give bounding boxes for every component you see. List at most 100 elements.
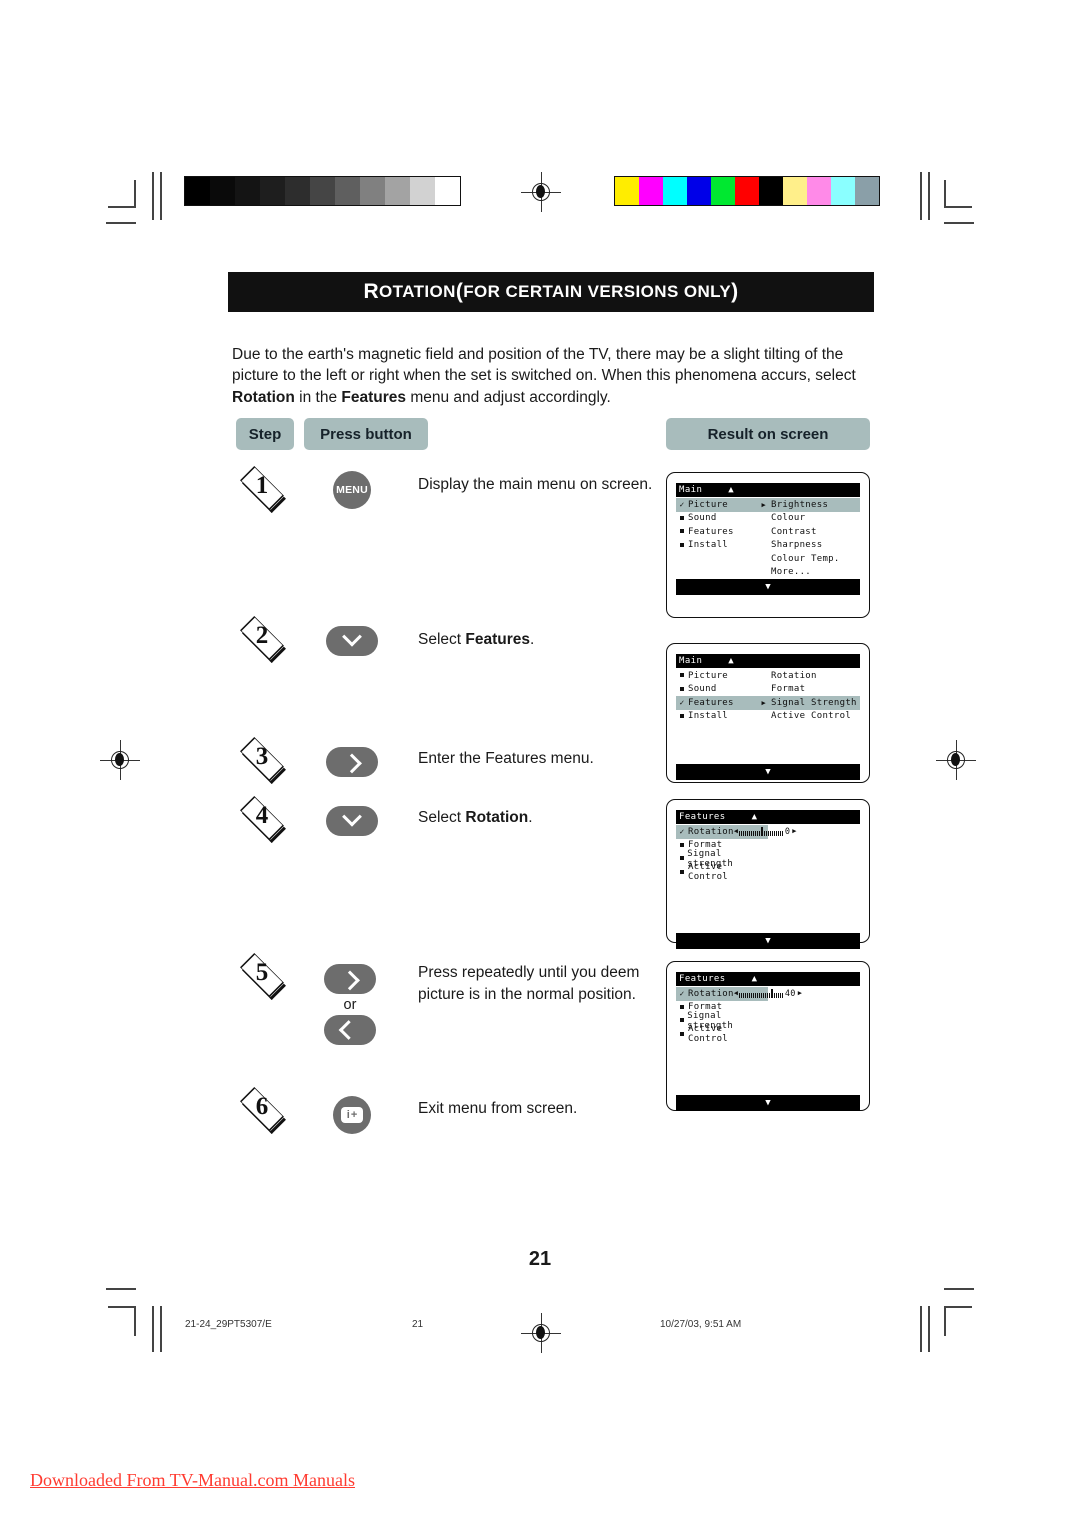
intro-text-3: menu and adjust accordingly. <box>406 388 611 406</box>
slider-tick <box>777 830 779 836</box>
osd-menu-item[interactable]: Sound <box>676 512 768 526</box>
step-marker-6: 6 <box>240 1087 302 1134</box>
registration-mark-right <box>936 740 976 780</box>
osd-menu-item[interactable]: ✓ Features ▶ <box>676 696 768 710</box>
bullet-square-icon <box>676 1003 688 1011</box>
osd-submenu-item[interactable]: Active Control <box>768 710 860 724</box>
slider-tick <box>749 830 751 836</box>
osd-item-label-group: ✓ Rotation <box>676 989 734 999</box>
section-title-paren-close: ) <box>731 280 739 303</box>
osd-spacer <box>676 1041 860 1095</box>
scroll-down-arrow-icon[interactable]: ▼ <box>765 582 770 592</box>
checkmark-icon: ✓ <box>679 499 685 509</box>
calibration-swatch <box>235 177 260 205</box>
osd-header-bar: Main ▲ <box>676 654 860 668</box>
osd-bottom-bar: ▼ <box>676 1095 860 1111</box>
osd-item-label: Sound <box>688 684 717 695</box>
osd-menu-item[interactable]: Install <box>676 539 768 553</box>
osd-menu-item-with-slider[interactable]: ✓ Rotation ◀ 0 ▶ <box>676 825 797 839</box>
slider-tick <box>741 992 743 998</box>
calibration-swatch <box>285 177 310 205</box>
slider-right-arrow-icon[interactable]: ▶ <box>792 828 797 835</box>
menu-button[interactable]: MENU <box>333 471 371 509</box>
instruction-suffix: . <box>530 631 535 648</box>
exit-info-button[interactable]: i + <box>333 1096 371 1134</box>
intro-bold-rotation: Rotation <box>232 388 295 406</box>
osd-submenu-label: More... <box>771 567 812 578</box>
registration-mark-top-center <box>521 172 561 212</box>
osd-left-column: ✓ Rotation ◀ 0 ▶ Format Signal strength Active … <box>676 825 797 882</box>
slider-tick <box>743 992 745 998</box>
slider-tick <box>751 992 753 998</box>
slider-left-arrow-icon[interactable]: ◀ <box>734 990 739 997</box>
section-title-qualifier: FOR CERTAIN VERSIONS ONLY <box>463 282 732 301</box>
chevron-down-icon <box>342 626 362 647</box>
osd-menu-item-with-slider[interactable]: ✓ Rotation ◀ 40 ▶ <box>676 987 802 1001</box>
cursor-left-button-step5[interactable] <box>324 1015 376 1045</box>
slider-tick <box>775 992 777 998</box>
rotation-slider[interactable]: ◀ 40 ▶ <box>734 988 803 999</box>
osd-menu-item[interactable]: Sound <box>676 683 768 697</box>
scroll-down-arrow-icon[interactable]: ▼ <box>765 767 770 777</box>
step-number-label: 1 <box>255 472 269 499</box>
step-marker-1: 1 <box>240 466 302 513</box>
rotation-slider[interactable]: ◀ 0 ▶ <box>734 826 797 837</box>
instruction-suffix: . <box>528 809 533 826</box>
registration-mark-bottom-center <box>521 1313 561 1353</box>
scroll-up-arrow-icon[interactable]: ▲ <box>752 812 758 822</box>
bullet-square-icon <box>676 841 688 849</box>
grayscale-calibration-bar <box>184 176 461 206</box>
osd-submenu-item[interactable]: Sharpness <box>768 539 860 553</box>
osd-left-column: Picture Sound ✓ Features ▶ Install <box>676 669 768 723</box>
osd-right-column: Brightness Colour Contrast Sharpness Colour … <box>768 498 860 579</box>
osd-item-label: Rotation <box>688 988 734 999</box>
osd-submenu-item[interactable]: Colour <box>768 512 860 526</box>
osd-menu-item[interactable]: ✓ Picture ▶ <box>676 498 768 512</box>
osd-menu-item[interactable]: Features <box>676 525 768 539</box>
slider-tick <box>739 992 741 998</box>
cursor-right-button-step3[interactable] <box>326 747 378 777</box>
osd-item-label: Picture <box>688 499 729 510</box>
osd-submenu-item[interactable]: Format <box>768 683 860 697</box>
osd-item-label: Rotation <box>688 826 734 837</box>
osd-submenu-item[interactable]: Signal Strength <box>768 696 860 710</box>
menu-button-label: MENU <box>336 484 368 496</box>
step-instruction-6: Exit menu from screen. <box>418 1100 578 1117</box>
osd-menu-item[interactable]: Install <box>676 710 768 724</box>
slider-tick <box>751 830 753 836</box>
osd-submenu-item[interactable]: More... <box>768 566 860 580</box>
result-screen-main-features: Main ▲ Picture Sound ✓ Features ▶ Install Rotati… <box>666 643 870 783</box>
osd-submenu-item[interactable]: Rotation <box>768 669 860 683</box>
osd-submenu-item[interactable]: Brightness <box>768 498 860 512</box>
scroll-down-arrow-icon[interactable]: ▼ <box>765 936 770 946</box>
slider-tick <box>775 830 777 836</box>
slider-tick <box>769 992 771 998</box>
checkmark-icon: ✓ <box>679 989 685 999</box>
registration-mark-left <box>100 740 140 780</box>
slider-tick <box>767 992 769 998</box>
scroll-up-arrow-icon[interactable]: ▲ <box>728 485 734 495</box>
bullet-square-icon <box>676 528 688 536</box>
slider-tick <box>743 830 745 836</box>
slider-right-arrow-icon[interactable]: ▶ <box>798 990 803 997</box>
bullet-square-icon <box>676 855 687 863</box>
scroll-down-arrow-icon[interactable]: ▼ <box>765 1098 770 1108</box>
scroll-up-arrow-icon[interactable]: ▲ <box>752 974 758 984</box>
osd-menu-item[interactable]: Active Control <box>676 862 768 882</box>
osd-submenu-item[interactable]: Contrast <box>768 525 860 539</box>
calibration-swatch <box>260 177 285 205</box>
slider-left-arrow-icon[interactable]: ◀ <box>734 828 739 835</box>
cursor-right-button-step5[interactable] <box>324 964 376 994</box>
slider-tick <box>763 992 765 998</box>
chevron-right-icon <box>342 753 362 774</box>
osd-menu-item[interactable]: Active Control <box>676 1024 768 1044</box>
osd-bottom-bar: ▼ <box>676 933 860 949</box>
or-separator-label: or <box>343 997 357 1013</box>
cursor-down-button-step4[interactable] <box>326 806 378 836</box>
cursor-down-button-step2[interactable] <box>326 626 378 656</box>
osd-left-column: ✓ Picture ▶ Sound Features Install <box>676 498 768 579</box>
scroll-up-arrow-icon[interactable]: ▲ <box>728 656 734 666</box>
osd-menu-item[interactable]: Picture <box>676 669 768 683</box>
slider-tick <box>773 830 775 836</box>
osd-submenu-item[interactable]: Colour Temp. <box>768 552 860 566</box>
